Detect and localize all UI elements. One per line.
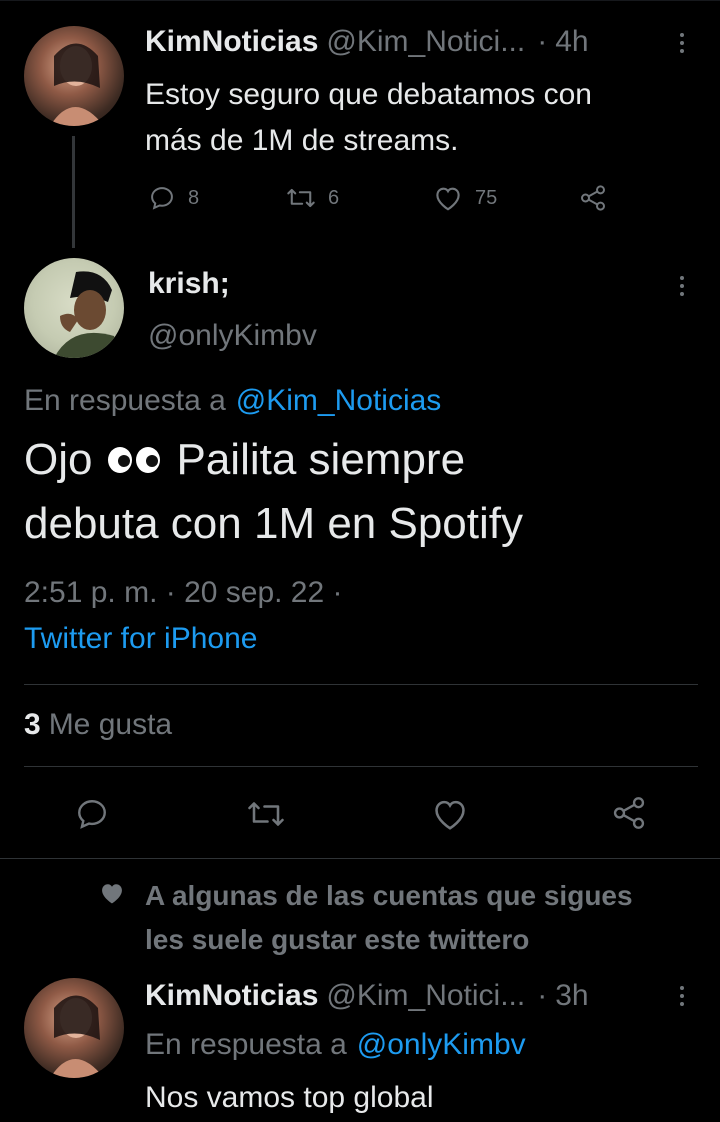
tweet1-reply-button[interactable]: 8 bbox=[148, 184, 199, 212]
main-like-button[interactable] bbox=[431, 796, 469, 832]
heart-icon bbox=[436, 187, 460, 211]
tweet3-display-name[interactable]: KimNoticias bbox=[145, 978, 318, 1014]
tweet1-share-button[interactable] bbox=[578, 183, 608, 213]
top-divider bbox=[0, 0, 720, 1]
tweet3-separator: · bbox=[537, 979, 548, 1012]
main-reply-mention[interactable]: @Kim_Noticias bbox=[236, 382, 442, 420]
divider-1 bbox=[24, 684, 698, 685]
main-retweet-button[interactable] bbox=[246, 796, 286, 832]
retweet-icon bbox=[248, 802, 284, 826]
main-reply-context: En respuesta a @Kim_Noticias bbox=[24, 382, 441, 420]
avatar-krish[interactable] bbox=[24, 258, 124, 358]
main-display-name[interactable]: krish; bbox=[148, 266, 230, 302]
main-text-line2: debuta con 1M en Spotify bbox=[24, 499, 523, 548]
reply-icon bbox=[78, 800, 106, 829]
tweet3-reply-context: En respuesta a @onlyKimbv bbox=[145, 1026, 526, 1064]
main-reply-button[interactable] bbox=[74, 796, 110, 832]
tweet1-separator: · bbox=[537, 25, 548, 58]
divider-2 bbox=[24, 766, 698, 767]
tweet1-text-line1: Estoy seguro que debatamos con bbox=[145, 78, 592, 111]
retweet-icon bbox=[287, 188, 315, 208]
main-share-button[interactable] bbox=[610, 794, 648, 832]
tweet3-header: KimNoticias @Kim_Notici... · 3h bbox=[145, 978, 589, 1014]
tweet1-time[interactable]: 4h bbox=[555, 24, 588, 60]
tweet1-like-button[interactable]: 75 bbox=[433, 184, 497, 212]
tweet1-reply-count: 8 bbox=[188, 186, 200, 209]
eyes-emoji-icon bbox=[106, 444, 162, 476]
suggestion-line2: les suele gustar este twittero bbox=[145, 924, 530, 955]
share-icon bbox=[613, 797, 645, 829]
tweet3-handle[interactable]: @Kim_Notici... bbox=[326, 978, 525, 1014]
heart-icon bbox=[435, 800, 465, 830]
tweet3-reply-prefix: En respuesta a bbox=[145, 1028, 347, 1061]
suggestion-line1: A algunas de las cuentas que sigues bbox=[145, 880, 633, 911]
tweet1-handle[interactable]: @Kim_Notici... bbox=[326, 24, 525, 60]
avatar-kimnoticias[interactable] bbox=[24, 26, 124, 126]
tweet1-more-icon[interactable] bbox=[679, 33, 685, 53]
main-more-icon[interactable] bbox=[679, 276, 685, 296]
thread-line bbox=[72, 136, 75, 248]
tweet1-text-line2: más de 1M de streams. bbox=[145, 124, 459, 157]
main-source[interactable]: Twitter for iPhone bbox=[24, 620, 257, 658]
tweet1-display-name[interactable]: KimNoticias bbox=[145, 24, 318, 60]
tweet3-reply-mention[interactable]: @onlyKimbv bbox=[357, 1026, 526, 1064]
tweet1-like-count: 75 bbox=[475, 186, 498, 209]
tweet3-more-icon[interactable] bbox=[679, 986, 685, 1006]
tweet1-text: Estoy seguro que debatamos con más de 1M… bbox=[145, 72, 592, 164]
main-handle[interactable]: @onlyKimbv bbox=[148, 318, 317, 354]
avatar-portrait-icon bbox=[54, 271, 120, 358]
tweet3-text: Nos vamos top global bbox=[145, 1081, 434, 1114]
avatar-portrait-icon bbox=[50, 43, 104, 126]
main-likes-stat[interactable]: 3 Me gusta bbox=[24, 706, 172, 744]
main-likes-count: 3 bbox=[24, 708, 41, 741]
suggestion-heart-icon bbox=[98, 880, 126, 906]
tweet1-header: KimNoticias @Kim_Notici... · 4h bbox=[145, 24, 589, 60]
tweet1-retweet-button[interactable]: 6 bbox=[286, 184, 339, 212]
divider-3 bbox=[0, 858, 720, 859]
main-text-line1-end: Pailita siempre bbox=[176, 435, 466, 484]
reply-icon bbox=[151, 187, 173, 210]
suggestion-text: A algunas de las cuentas que sigues les … bbox=[145, 874, 633, 962]
tweet3-time[interactable]: 3h bbox=[555, 978, 588, 1014]
avatar-kimnoticias-2[interactable] bbox=[24, 978, 124, 1078]
tweet1-retweet-count: 6 bbox=[328, 186, 340, 209]
avatar-portrait-icon bbox=[50, 995, 104, 1078]
main-timestamp[interactable]: 2:51 p. m. · 20 sep. 22 · bbox=[24, 574, 343, 612]
share-icon bbox=[581, 185, 605, 211]
main-tweet-text: Ojo Pailita siempre debuta con 1M en Spo… bbox=[24, 428, 523, 556]
main-text-line1-start: Ojo bbox=[24, 435, 93, 484]
main-reply-prefix: En respuesta a bbox=[24, 384, 226, 417]
main-likes-label: Me gusta bbox=[48, 708, 173, 741]
